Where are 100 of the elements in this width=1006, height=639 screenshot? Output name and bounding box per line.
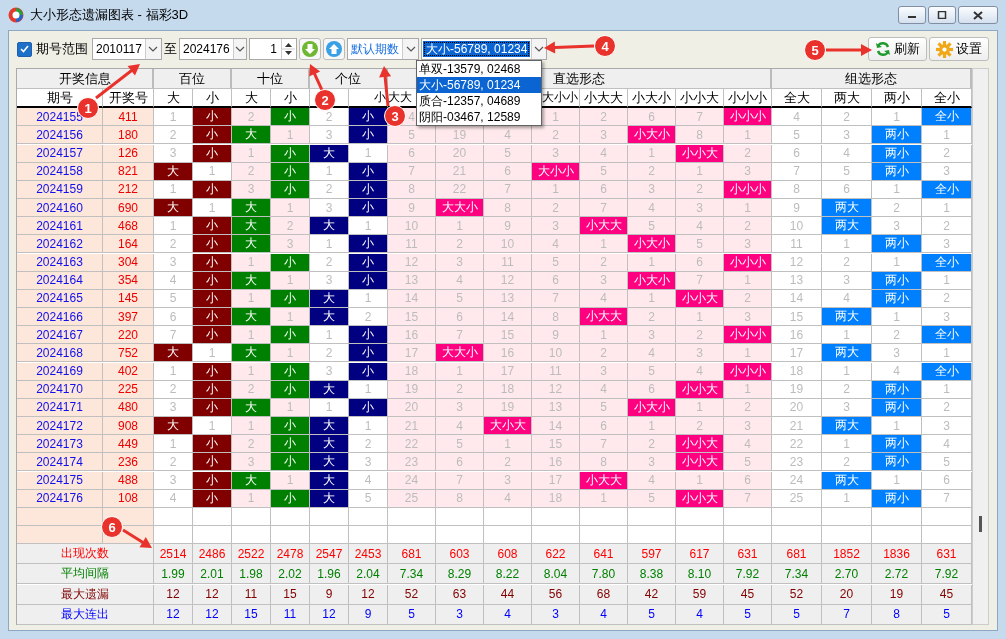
miss-count-cell: 4	[436, 417, 484, 436]
empty-cell	[822, 507, 872, 526]
miss-count-cell: 18	[772, 362, 822, 381]
draw-number-cell: 180	[103, 126, 154, 145]
hit-cell: 小大大	[580, 308, 628, 327]
hit-cell: 小	[193, 126, 232, 145]
miss-count-cell: 7	[580, 435, 628, 454]
hit-cell: 两大	[822, 471, 872, 490]
miss-count-cell: 20	[772, 398, 822, 417]
miss-count-cell: 1	[271, 471, 310, 490]
refresh-icon	[875, 41, 891, 57]
miss-count-cell: 6	[822, 180, 872, 199]
miss-count-cell: 4	[580, 144, 628, 163]
summary-cell: 641	[580, 544, 628, 565]
empty-cell	[772, 507, 822, 526]
close-button[interactable]	[958, 6, 998, 24]
dropdown-option[interactable]: 大小-56789, 01234	[417, 77, 541, 93]
miss-count-cell: 9	[532, 326, 580, 345]
empty-cell	[872, 507, 922, 526]
miss-count-cell: 4	[628, 344, 676, 363]
summary-cell: 12	[154, 604, 193, 625]
miss-count-cell: 4	[484, 126, 532, 145]
arrow	[122, 528, 152, 548]
miss-count-cell: 1	[271, 126, 310, 145]
summary-cell: 3	[532, 604, 580, 625]
hit-cell: 大	[310, 453, 349, 472]
hit-cell: 大	[310, 144, 349, 163]
miss-count-cell: 4	[676, 217, 724, 236]
miss-count-cell: 1	[232, 326, 271, 345]
dropdown[interactable]: 大小-56789, 01234	[421, 38, 547, 60]
summary-cell: 45	[724, 584, 772, 605]
empty-cell	[628, 507, 676, 526]
miss-count-cell: 4	[772, 108, 822, 127]
miss-count-cell: 3	[628, 453, 676, 472]
issue-cell: 2024172	[17, 417, 103, 436]
hit-cell: 小	[349, 235, 388, 254]
column-header: 小大大	[580, 89, 628, 109]
checkbox[interactable]	[17, 41, 32, 57]
summary-cell: 5	[628, 604, 676, 625]
empty-cell	[532, 507, 580, 526]
hit-cell: 两大	[822, 344, 872, 363]
summary-cell: 56	[532, 584, 580, 605]
gear-icon	[936, 40, 953, 58]
app-logo-icon	[8, 7, 24, 23]
dropdown[interactable]: 2010117	[92, 38, 162, 60]
issue-cell: 2024161	[17, 217, 103, 236]
miss-count-cell: 1	[232, 417, 271, 436]
miss-count-cell: 2	[822, 108, 872, 127]
miss-count-cell: 16	[772, 326, 822, 345]
summary-cell: 63	[436, 584, 484, 605]
miss-count-cell: 2	[822, 253, 872, 272]
miss-count-cell: 2	[676, 326, 724, 345]
miss-count-cell: 1	[822, 362, 872, 381]
hit-cell: 小	[193, 253, 232, 272]
column-header: 小小大	[676, 89, 724, 109]
column-group-header: 组选形态	[772, 69, 972, 89]
empty-cell	[349, 507, 388, 526]
dropdown[interactable]: 默认期数	[347, 38, 419, 60]
summary-cell: 631	[922, 544, 972, 565]
hit-cell: 小	[349, 253, 388, 272]
miss-count-cell: 3	[724, 308, 772, 327]
miss-count-cell: 5	[484, 144, 532, 163]
scrollbar[interactable]	[972, 68, 989, 625]
miss-count-cell: 3	[676, 344, 724, 363]
hit-cell: 两小	[872, 144, 922, 163]
empty-cell	[724, 507, 772, 526]
refresh-button[interactable]: 刷新	[868, 37, 927, 61]
hit-cell: 大	[310, 217, 349, 236]
maximize-button[interactable]	[928, 6, 956, 24]
miss-count-cell: 3	[580, 362, 628, 381]
miss-count-cell: 2	[532, 199, 580, 218]
miss-count-cell: 22	[388, 435, 436, 454]
miss-count-cell: 22	[772, 435, 822, 454]
miss-count-cell: 3	[436, 253, 484, 272]
miss-count-cell: 7	[436, 326, 484, 345]
miss-count-cell: 1	[484, 435, 532, 454]
move-up-button[interactable]	[323, 38, 345, 60]
miss-count-cell: 2	[232, 435, 271, 454]
summary-cell: 603	[436, 544, 484, 565]
hit-cell: 小小小	[724, 253, 772, 272]
miss-count-cell: 10	[532, 344, 580, 363]
miss-count-cell: 3	[271, 235, 310, 254]
hit-cell: 大	[310, 435, 349, 454]
issue-cell: 2024157	[17, 144, 103, 163]
check-icon	[20, 45, 29, 53]
spinner-field[interactable]: 1	[249, 38, 297, 60]
hit-cell: 大	[310, 417, 349, 436]
miss-count-cell: 1	[872, 471, 922, 490]
summary-cell: 1.96	[310, 564, 349, 585]
hit-cell: 大	[232, 308, 271, 327]
minimize-button[interactable]	[898, 6, 926, 24]
hit-cell: 全小	[922, 253, 972, 272]
summary-cell: 59	[676, 584, 724, 605]
draw-number-cell: 411	[103, 108, 154, 127]
hit-cell: 两小	[872, 453, 922, 472]
summary-cell: 1.99	[154, 564, 193, 585]
summary-cell: 7.80	[580, 564, 628, 585]
arrow	[826, 44, 872, 56]
dropdown[interactable]: 2024176	[179, 38, 247, 60]
settings-button[interactable]: 设置	[929, 37, 989, 61]
